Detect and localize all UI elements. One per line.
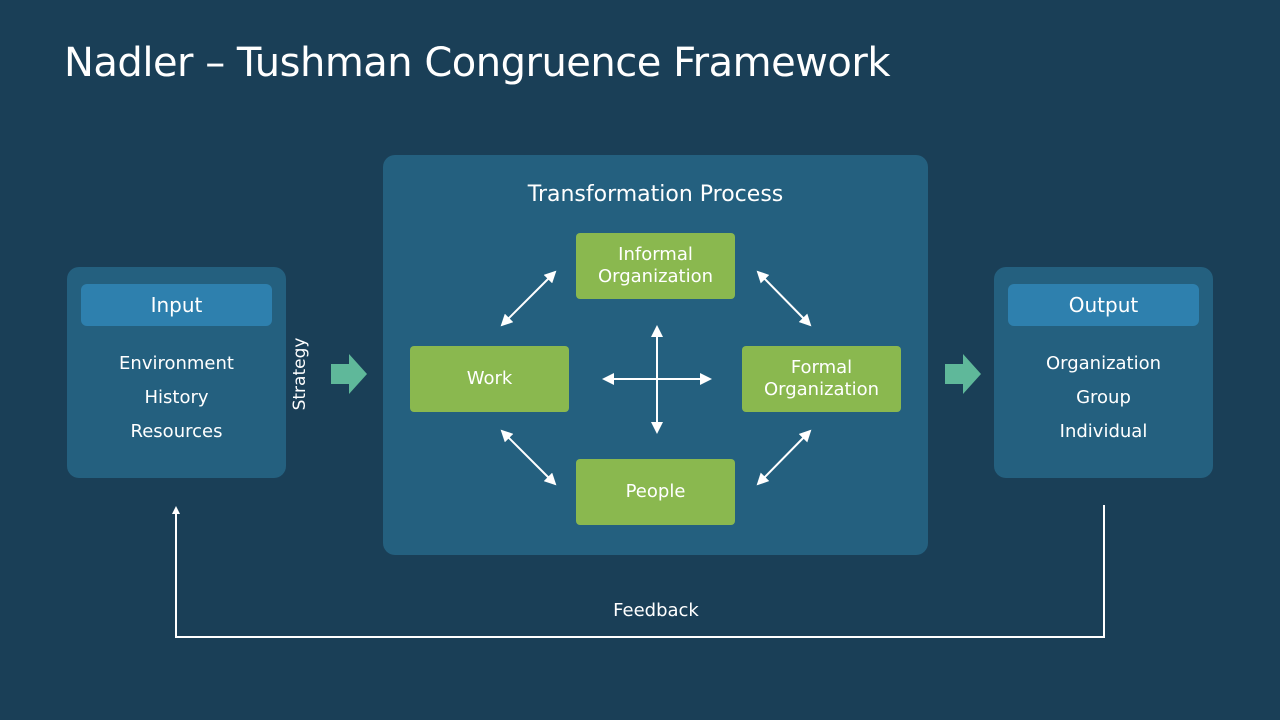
strategy-flow-arrow [331,354,367,394]
connector-arrows [172,270,1105,638]
work-people-arrow [500,429,557,486]
formal-people-arrow [756,429,812,486]
informal-formal-arrow [756,270,812,327]
feedback-loop-arrow [172,505,1105,638]
output-flow-arrow [945,354,981,394]
work-informal-arrow [500,270,557,327]
